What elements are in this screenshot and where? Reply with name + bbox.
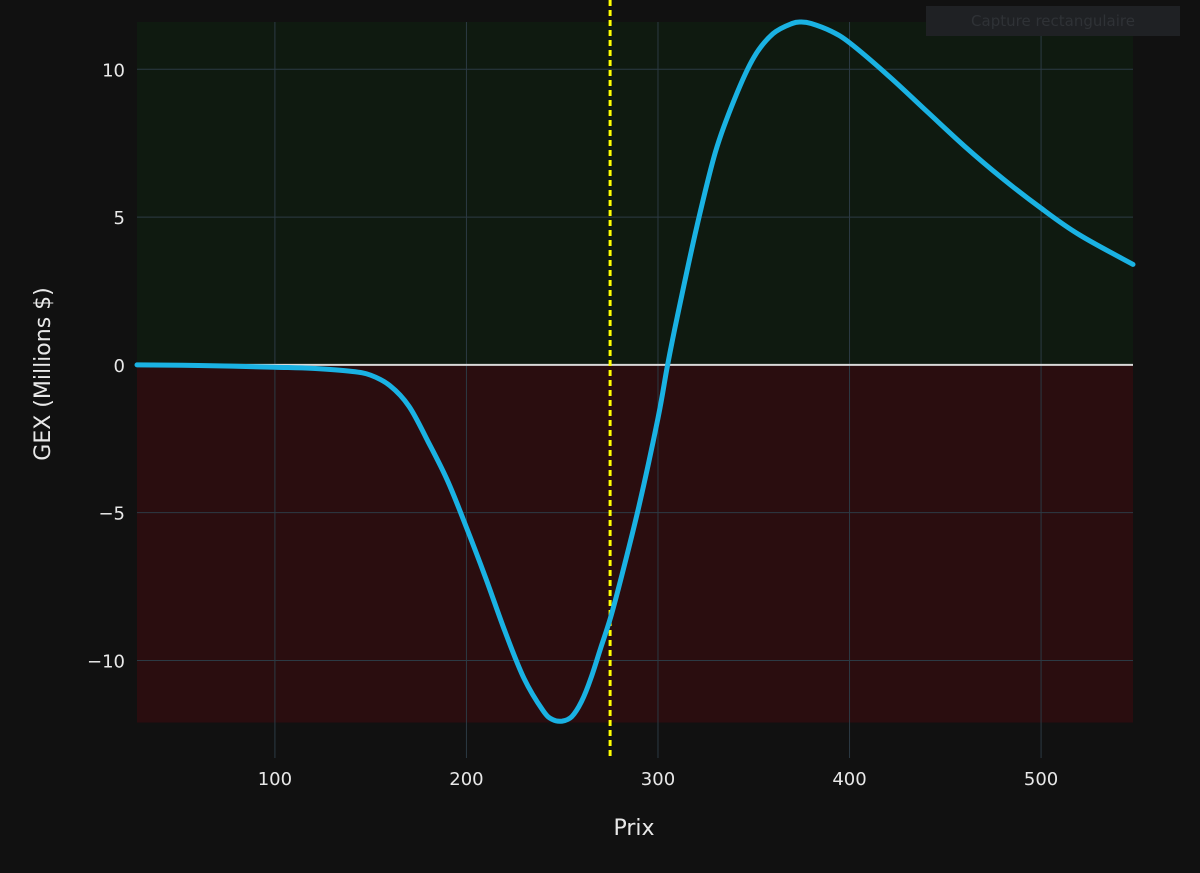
y-tick-label-0: 0 bbox=[114, 356, 125, 377]
capture-rectangulaire-button[interactable]: Capture rectangulaire bbox=[926, 6, 1180, 36]
gex-chart: 100 200 300 400 500 −10 −5 0 5 10 Prix GEX (Milli… bbox=[0, 0, 1200, 873]
x-tick-label-200: 200 bbox=[449, 769, 483, 790]
x-tick-label-300: 300 bbox=[641, 769, 675, 790]
y-tick-label-5: 5 bbox=[114, 208, 125, 229]
zone-layer bbox=[137, 22, 1133, 723]
x-axis-title: Prix bbox=[613, 816, 654, 841]
zone-positive bbox=[137, 22, 1133, 365]
y-tick-label--5: −5 bbox=[98, 504, 125, 525]
zone-negative bbox=[137, 364, 1133, 723]
x-tick-label-400: 400 bbox=[832, 769, 866, 790]
y-tick-label-10: 10 bbox=[102, 60, 125, 81]
y-tick-label--10: −10 bbox=[87, 651, 125, 672]
x-tick-label-100: 100 bbox=[258, 769, 292, 790]
y-axis-title: GEX (Millions $) bbox=[31, 287, 56, 460]
x-tick-label-500: 500 bbox=[1024, 769, 1058, 790]
